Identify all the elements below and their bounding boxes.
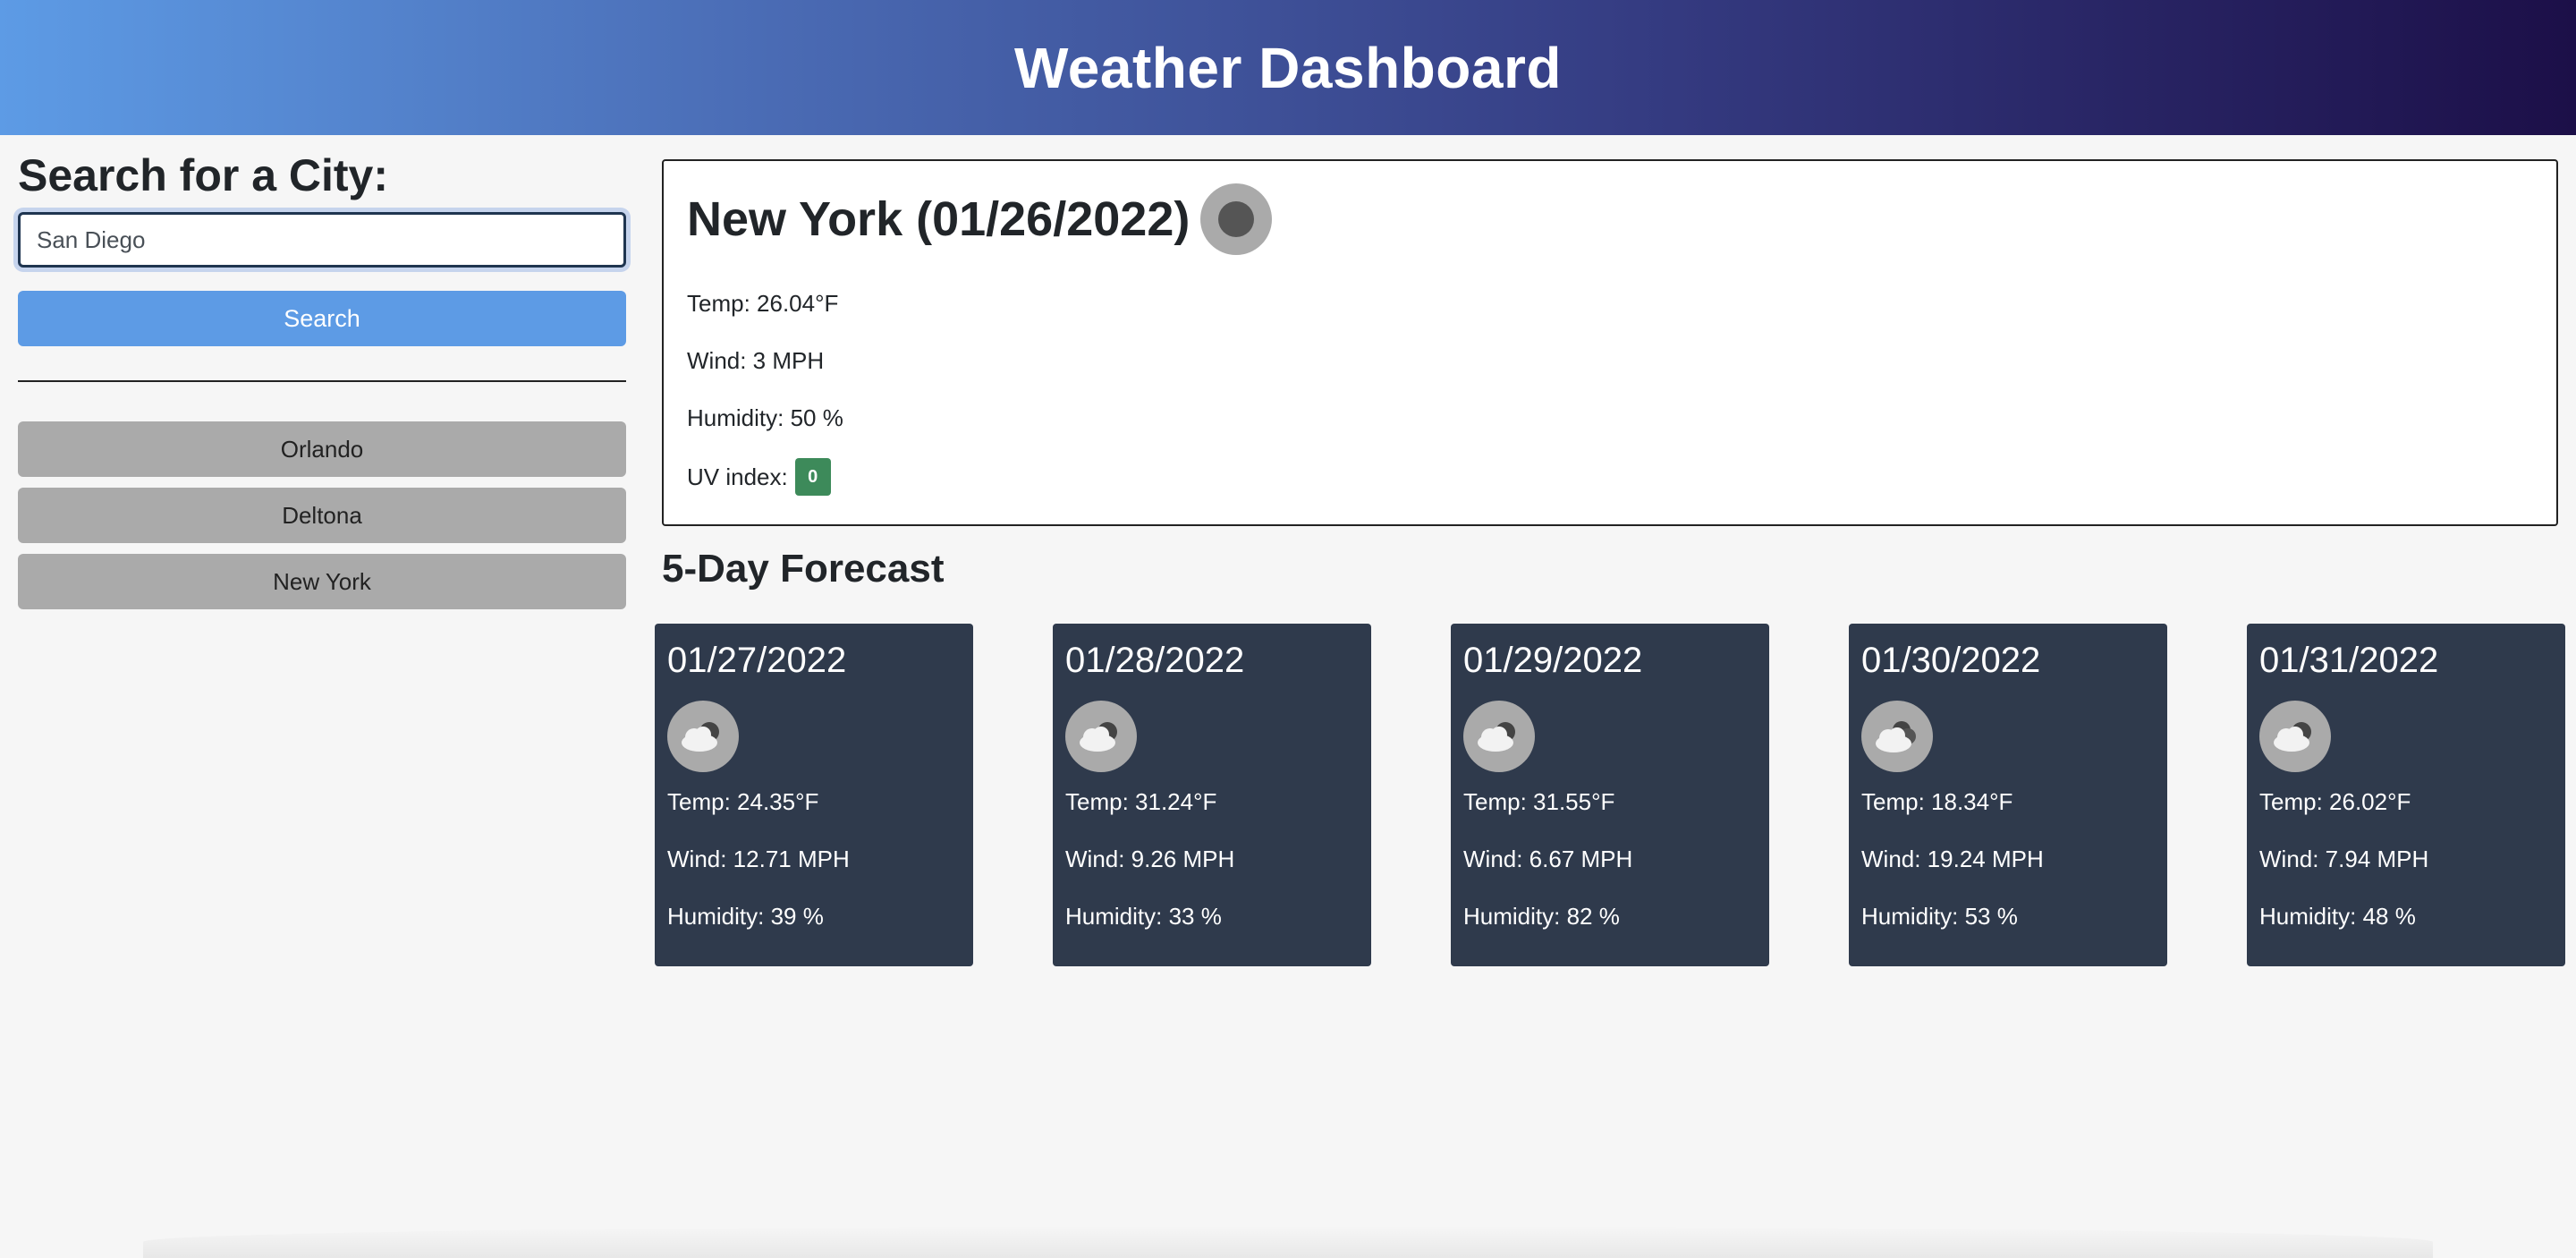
history-button-new-york[interactable]: New York	[18, 554, 626, 609]
forecast-humidity: Humidity: 82 %	[1463, 903, 1620, 930]
forecast-wind: Wind: 7.94 MPH	[2259, 846, 2429, 872]
app-title: Weather Dashboard	[1014, 35, 1562, 100]
search-heading: Search for a City:	[18, 150, 389, 200]
history-button-deltona[interactable]: Deltona	[18, 488, 626, 543]
sidebar-divider	[18, 380, 626, 382]
history-button-orlando[interactable]: Orlando	[18, 421, 626, 477]
current-weather-header: New York (01/26/2022)	[687, 183, 2533, 256]
current-city-title: New York (01/26/2022)	[687, 192, 1191, 246]
forecast-date: 01/29/2022	[1463, 641, 1643, 680]
app-header: Weather Dashboard	[0, 0, 2576, 135]
forecast-temp: Temp: 18.34°F	[1861, 788, 2013, 815]
current-humidity: Humidity: 50 %	[687, 404, 843, 431]
partly-cloudy-icon	[1065, 701, 1137, 772]
forecast-card: 01/27/2022 Temp: 24.35°F Wind: 12.71 MPH…	[655, 624, 973, 966]
partly-cloudy-icon	[2259, 701, 2331, 772]
forecast-wind: Wind: 19.24 MPH	[1861, 846, 2044, 872]
forecast-date: 01/30/2022	[1861, 641, 2041, 680]
forecast-card: 01/30/2022 Temp: 18.34°F Wind: 19.24 MPH…	[1849, 624, 2167, 966]
partly-cloudy-icon	[1463, 701, 1535, 772]
forecast-temp: Temp: 31.24°F	[1065, 788, 1217, 815]
forecast-wind: Wind: 6.67 MPH	[1463, 846, 1633, 872]
forecast-wind: Wind: 9.26 MPH	[1065, 846, 1235, 872]
forecast-temp: Temp: 24.35°F	[667, 788, 819, 815]
cloudy-icon	[1861, 701, 1933, 772]
forecast-humidity: Humidity: 33 %	[1065, 903, 1222, 930]
forecast-date: 01/27/2022	[667, 641, 847, 680]
forecast-humidity: Humidity: 48 %	[2259, 903, 2416, 930]
partly-cloudy-icon	[667, 701, 739, 772]
uv-index-label: UV index:	[687, 463, 788, 490]
current-wind: Wind: 3 MPH	[687, 347, 825, 374]
current-temp: Temp: 26.04°F	[687, 290, 839, 317]
forecast-humidity: Humidity: 53 %	[1861, 903, 2018, 930]
forecast-temp: Temp: 31.55°F	[1463, 788, 1615, 815]
forecast-row: 01/27/2022 Temp: 24.35°F Wind: 12.71 MPH…	[655, 624, 2565, 966]
search-button[interactable]: Search	[18, 291, 626, 346]
forecast-temp: Temp: 26.02°F	[2259, 788, 2411, 815]
dark-circle-icon	[1200, 183, 1273, 255]
uv-index-badge: 0	[794, 458, 831, 496]
forecast-card: 01/28/2022 Temp: 31.24°F Wind: 9.26 MPH …	[1053, 624, 1371, 966]
search-sidebar: Search for a City: Search Orlando Delton…	[18, 143, 626, 609]
uv-index-row: UV index: 0	[687, 458, 2533, 496]
current-weather-card: New York (01/26/2022) Temp: 26.04°F Wind…	[662, 159, 2558, 526]
forecast-card: 01/31/2022 Temp: 26.02°F Wind: 7.94 MPH …	[2247, 624, 2565, 966]
forecast-wind: Wind: 12.71 MPH	[667, 846, 850, 872]
search-history: Orlando Deltona New York	[18, 421, 626, 620]
forecast-date: 01/28/2022	[1065, 641, 1245, 680]
forecast-card: 01/29/2022 Temp: 31.55°F Wind: 6.67 MPH …	[1451, 624, 1769, 966]
bottom-shadow	[143, 1226, 2433, 1258]
forecast-humidity: Humidity: 39 %	[667, 903, 824, 930]
forecast-title: 5-Day Forecast	[662, 547, 945, 591]
city-search-input[interactable]	[18, 212, 626, 268]
forecast-date: 01/31/2022	[2259, 641, 2439, 680]
